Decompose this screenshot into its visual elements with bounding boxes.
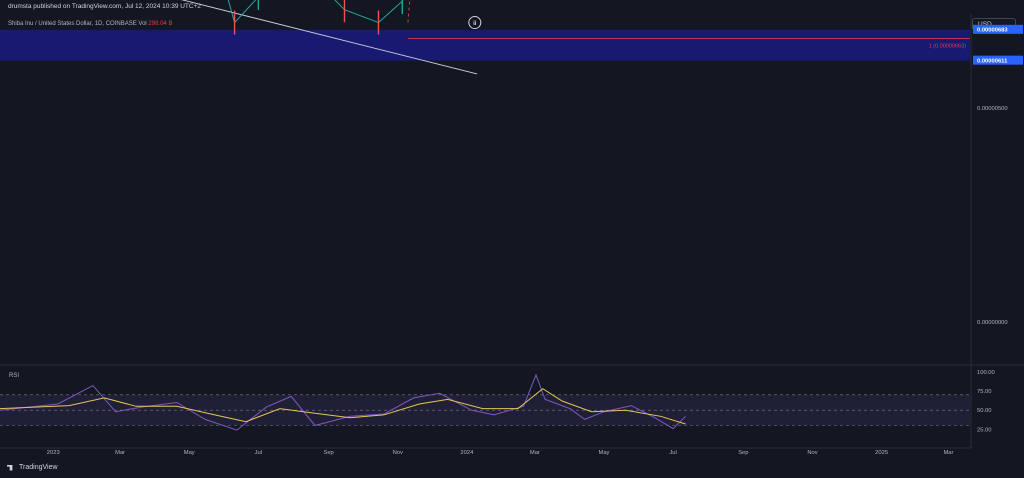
price-chart[interactable]: 0 (0.00004591)0.236 (0.00003664)0.382 (0…: [0, 0, 1024, 478]
tradingview-logo: TradingView: [7, 464, 58, 471]
time-tick-label: May: [599, 450, 610, 456]
time-tick-label: Sep: [323, 450, 333, 456]
price-line: [227, 0, 404, 24]
time-tick-label: 2024: [460, 450, 474, 456]
rsi-pane-label: RSI: [9, 373, 20, 379]
time-tick-label: 2023: [47, 450, 60, 456]
time-tick-label: Mar: [115, 450, 125, 456]
badge-value: 0.00000611: [977, 58, 1008, 64]
time-tick-label: Sep: [738, 450, 748, 456]
rsi-tick-label: 100.00: [977, 370, 995, 376]
support-band: [0, 29, 970, 61]
price-tick-label: 0.00000000: [977, 320, 1008, 326]
fib-level-label: 1 (0.00000663): [929, 43, 966, 49]
time-tick-label: Jul: [669, 450, 676, 456]
rsi-tick-label: 50.00: [977, 408, 992, 414]
time-tick-label: May: [184, 450, 195, 456]
time-tick-label: Nov: [807, 450, 817, 456]
time-tick-label: Nov: [393, 450, 403, 456]
tradingview-brand: TradingView: [19, 464, 58, 471]
tradingview-logo-icon: [7, 464, 13, 471]
time-tick-label: Mar: [943, 450, 953, 456]
time-tick-label: Jul: [255, 450, 262, 456]
price-badge: 0.00000611: [973, 55, 1023, 65]
time-tick-label: Mar: [530, 450, 540, 456]
price-tick-label: 0.00000500: [977, 106, 1008, 112]
rsi-tick-label: 75.00: [977, 389, 992, 395]
time-tick-label: 2025: [875, 450, 888, 456]
price-badge: 0.00000683: [973, 24, 1023, 34]
wave-label: ii: [473, 21, 477, 27]
rsi-tick-label: 25.00: [977, 427, 992, 433]
badge-value: 0.00000683: [977, 28, 1008, 34]
footer-bar: [0, 460, 1024, 478]
